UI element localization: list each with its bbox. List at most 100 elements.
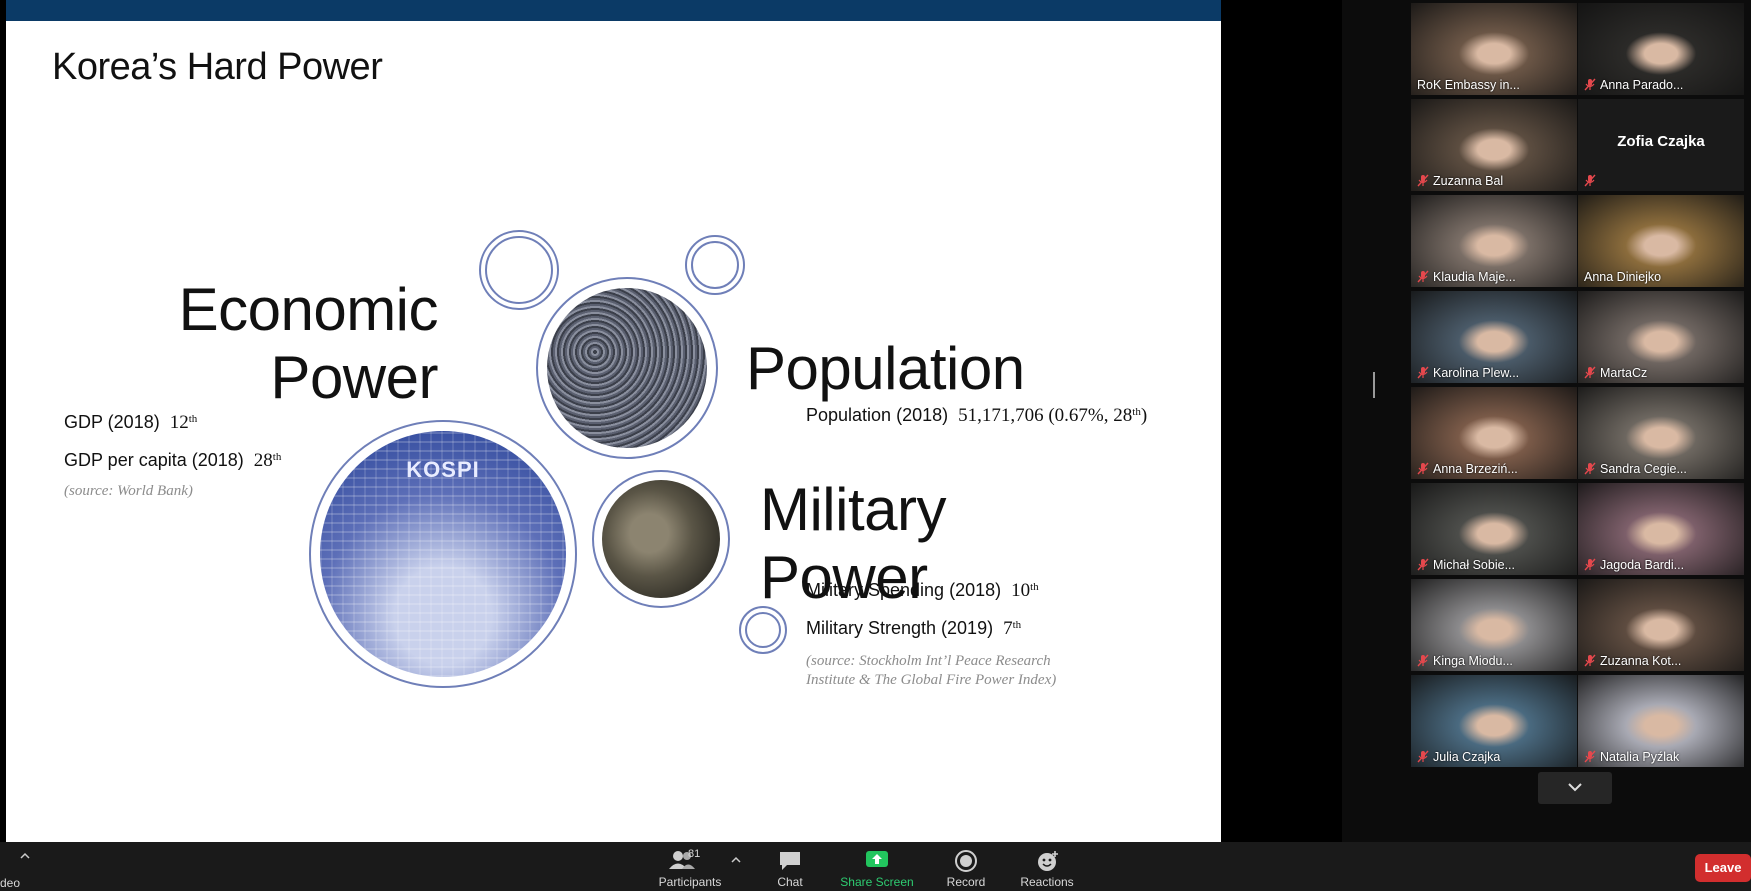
gdp-per-capita-rank-suffix: th — [272, 451, 282, 463]
military-spending-rank-suffix: th — [1030, 581, 1039, 593]
decorative-ring — [739, 606, 787, 654]
gdp-label: GDP (2018) — [64, 412, 160, 432]
leave-button[interactable]: Leave — [1695, 854, 1751, 882]
microphone-muted-icon — [1584, 366, 1596, 379]
economic-power-heading: Economic Power — [156, 276, 439, 412]
chevron-down-icon — [1568, 783, 1582, 792]
military-strength-rank: 7 — [1003, 618, 1013, 639]
meeting-toolbar: 81 Participants Chat Share Screen Record… — [0, 842, 1751, 891]
military-source-line-2: Institute & The Global Fire Power Index) — [806, 672, 1057, 688]
participant-tile[interactable]: RoK Embassy in... — [1411, 3, 1577, 95]
participant-tile[interactable]: Anna Diniejko — [1578, 195, 1744, 287]
reactions-label: Reactions — [1020, 875, 1074, 889]
participant-name-placeholder: Zofia Czajka — [1617, 133, 1705, 150]
reactions-icon — [1038, 851, 1058, 871]
gdp-value: 12th — [170, 412, 198, 433]
participant-name: Zuzanna Bal — [1433, 174, 1504, 188]
gallery-resize-handle[interactable] — [1373, 372, 1375, 398]
share-screen-button[interactable]: Share Screen — [834, 842, 920, 891]
decorative-ring — [479, 230, 559, 310]
record-button[interactable]: Record — [936, 842, 996, 891]
population-value: 51,171,706 (0.67%, 28th) — [958, 405, 1147, 426]
video-options-chevron-icon[interactable] — [20, 852, 30, 860]
participant-tile[interactable]: Julia Czajka — [1411, 675, 1577, 767]
military-source: (source: Stockholm Int’l Peace Research … — [806, 652, 1056, 690]
microphone-muted-icon — [1417, 558, 1429, 571]
population-stat: Population (2018) 51,171,706 (0.67%, 28th… — [806, 405, 1147, 427]
gdp-per-capita-stat: GDP per capita (2018) 28th — [64, 450, 281, 472]
microphone-muted-icon — [1417, 654, 1429, 667]
kospi-sign: KOSPI — [406, 457, 480, 482]
microphone-muted-icon — [1584, 750, 1596, 763]
microphone-muted-icon — [1584, 462, 1596, 475]
participant-name: Jagoda Bardi... — [1600, 558, 1685, 572]
microphone-muted-icon — [1584, 558, 1596, 571]
microphone-muted-icon — [1584, 78, 1596, 91]
economic-source: (source: World Bank) — [64, 483, 193, 499]
presentation-slide: Korea’s Hard Power Economic Power GDP (2… — [6, 0, 1221, 842]
soldiers-photo — [602, 480, 720, 598]
crowd-photo-circle — [536, 277, 718, 459]
chat-button[interactable]: Chat — [760, 842, 820, 891]
military-strength-label: Military Strength (2019) — [806, 618, 994, 638]
population-value-main: 51,171,706 (0.67%, 28 — [958, 405, 1133, 426]
participant-name: Zuzanna Kot... — [1600, 654, 1682, 668]
military-strength-stat: Military Strength (2019) 7th — [806, 618, 1021, 640]
participant-name: Julia Czajka — [1433, 750, 1501, 764]
participant-name: Natalia Pyźlak — [1600, 750, 1680, 764]
participant-tile[interactable]: Zuzanna Bal — [1411, 99, 1577, 191]
shared-screen-area: Korea’s Hard Power Economic Power GDP (2… — [0, 0, 1342, 842]
record-icon — [955, 850, 977, 872]
participant-tile[interactable]: MartaCz — [1578, 291, 1744, 383]
participant-name: Anna Brzeziń... — [1433, 462, 1518, 476]
gdp-rank-suffix: th — [188, 413, 198, 425]
microphone-muted-icon — [1417, 174, 1429, 187]
microphone-muted-icon — [1417, 270, 1429, 283]
participant-name: Klaudia Maje... — [1433, 270, 1516, 284]
slide-title: Korea’s Hard Power — [52, 46, 383, 88]
participant-tile[interactable]: Natalia Pyźlak — [1578, 675, 1744, 767]
record-label: Record — [946, 875, 986, 889]
share-screen-label: Share Screen — [840, 875, 914, 889]
participant-name: MartaCz — [1600, 366, 1648, 380]
microphone-muted-icon — [1584, 174, 1596, 187]
gdp-per-capita-label: GDP per capita (2018) — [64, 450, 244, 470]
chat-label: Chat — [777, 875, 803, 889]
participant-tile[interactable]: Anna Brzeziń... — [1411, 387, 1577, 479]
slide-top-bar — [6, 0, 1221, 21]
soldiers-photo-circle — [592, 470, 730, 608]
participant-tile[interactable]: Klaudia Maje... — [1411, 195, 1577, 287]
kospi-photo: KOSPI — [320, 431, 566, 677]
participant-tile[interactable]: Zofia Czajka — [1578, 99, 1744, 191]
military-spending-value: 10th — [1011, 580, 1039, 601]
participant-tile[interactable]: Jagoda Bardi... — [1578, 483, 1744, 575]
gdp-per-capita-value: 28th — [254, 450, 282, 471]
video-button-label[interactable]: deo — [0, 876, 20, 890]
participant-tile[interactable]: Michał Sobie... — [1411, 483, 1577, 575]
participant-tile[interactable]: Kinga Miodu... — [1411, 579, 1577, 671]
share-screen-icon — [866, 851, 888, 867]
military-strength-rank-suffix: th — [1012, 619, 1022, 631]
gdp-rank: 12 — [169, 412, 189, 433]
participants-count: 81 — [688, 848, 701, 860]
participants-options-chevron-icon[interactable] — [731, 856, 741, 864]
participant-tile[interactable]: Anna Parado... — [1578, 3, 1744, 95]
microphone-muted-icon — [1417, 366, 1429, 379]
kospi-photo-circle: KOSPI — [309, 420, 577, 688]
military-spending-label: Military Spending (2018) — [806, 580, 1002, 600]
microphone-muted-icon — [1417, 462, 1429, 475]
population-label: Population (2018) — [806, 405, 949, 425]
participant-name: Karolina Plew... — [1433, 366, 1520, 380]
chat-icon — [780, 852, 800, 870]
participant-tile[interactable]: Karolina Plew... — [1411, 291, 1577, 383]
participant-tile[interactable]: Zuzanna Kot... — [1578, 579, 1744, 671]
military-strength-value: 7th — [1003, 618, 1021, 639]
microphone-muted-icon — [1584, 654, 1596, 667]
reactions-button[interactable]: Reactions — [1012, 842, 1082, 891]
participant-tile[interactable]: Sandra Cegie... — [1578, 387, 1744, 479]
population-heading: Population — [746, 335, 1025, 402]
participants-button[interactable]: 81 Participants — [648, 842, 732, 891]
gallery-next-page-button[interactable] — [1538, 772, 1612, 804]
economic-heading-text: Economic Power — [178, 276, 439, 411]
crowd-photo — [547, 288, 707, 448]
